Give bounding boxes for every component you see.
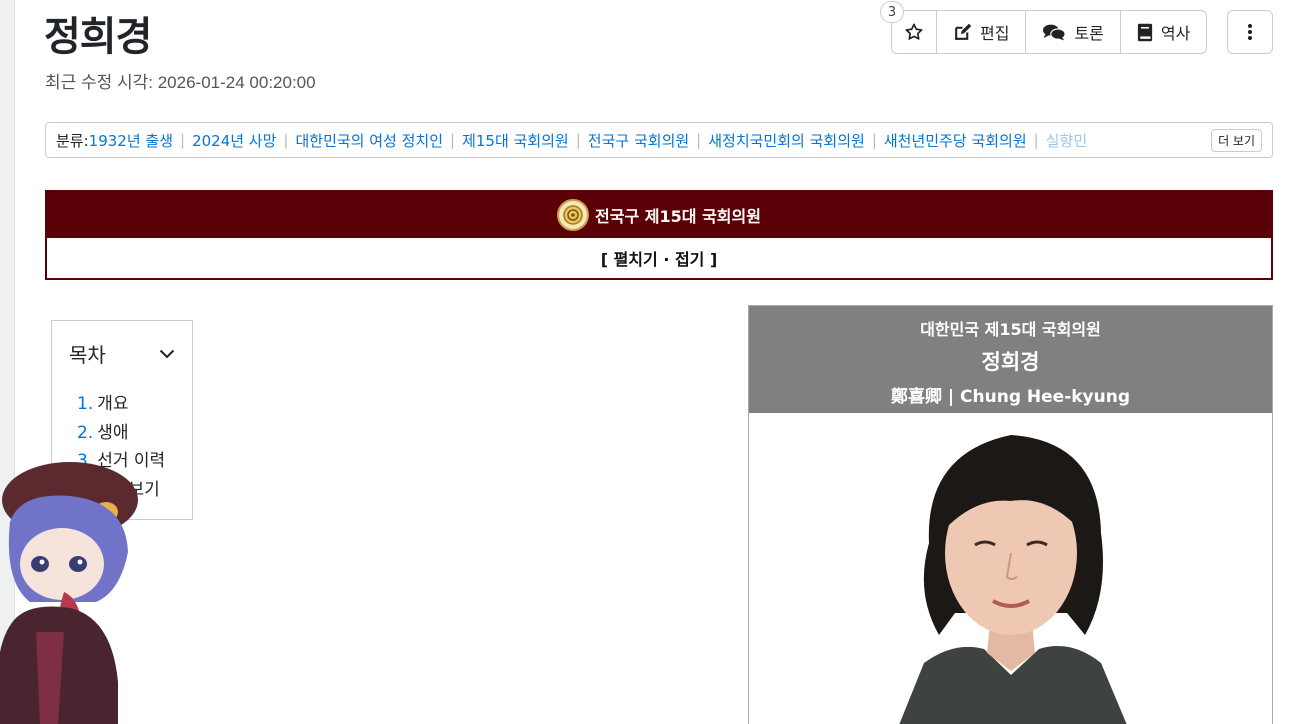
navbox-toggle[interactable]: [ 펼치기 · 접기 ]: [47, 238, 1271, 278]
discuss-label: 토론: [1074, 24, 1104, 43]
last-modified: 최근 수정 시각: 2026-01-24 00:20:00: [45, 73, 316, 92]
category-separator: |: [575, 131, 581, 149]
discuss-button[interactable]: 토론: [1026, 11, 1121, 53]
history-button[interactable]: 역사: [1121, 11, 1206, 53]
category-more-button[interactable]: 더 보기: [1211, 129, 1262, 152]
portrait-photo: [749, 413, 1272, 724]
toc-title: 목차: [69, 343, 106, 367]
infobox-romanized-name: 鄭喜卿 | Chung Hee-kyung: [890, 387, 1131, 407]
category-link[interactable]: 실향민: [1046, 130, 1087, 151]
category-link[interactable]: 2024년 사망: [192, 130, 276, 151]
infobox-name: 정희경: [981, 350, 1040, 374]
star-button[interactable]: 3: [880, 1, 937, 53]
star-icon: [905, 23, 923, 40]
category-separator: |: [180, 131, 186, 149]
category-link[interactable]: 1932년 출생: [89, 130, 173, 151]
toc-item-number[interactable]: 2.: [77, 423, 93, 443]
vertical-ellipsis-icon: [1248, 24, 1252, 40]
edit-icon: [955, 23, 972, 40]
category-link[interactable]: 전국구 국회의원: [588, 130, 689, 151]
toc-item-label: 개요: [97, 394, 129, 414]
navbox-header: 전국구 제15대 국회의원: [47, 192, 1271, 238]
toc-item-label: 생애: [97, 422, 129, 443]
category-separator: |: [696, 131, 702, 149]
infobox-header: 대한민국 제15대 국회의원 정희경 鄭喜卿 | Chung Hee-kyung: [749, 306, 1272, 413]
category-link[interactable]: 새천년민주당 국회의원: [884, 130, 1027, 151]
comments-icon: [1043, 24, 1067, 40]
category-link[interactable]: 대한민국의 여성 정치인: [295, 130, 443, 151]
category-separator: |: [450, 131, 456, 149]
category-link[interactable]: 제15대 국회의원: [462, 130, 569, 151]
category-separator: |: [283, 131, 289, 149]
national-assembly-emblem-icon: [557, 199, 590, 231]
navbox: 전국구 제15대 국회의원 [ 펼치기 · 접기 ]: [45, 190, 1273, 280]
infobox: 대한민국 제15대 국회의원 정희경 鄭喜卿 | Chung Hee-kyung: [748, 305, 1273, 724]
article-actions: 3 편집 토론 역사: [880, 1, 1208, 54]
category-separator: |: [1033, 131, 1039, 149]
mascot-character-image: [0, 452, 150, 724]
star-count-badge: 3: [880, 1, 904, 23]
article-page: 정희경 최근 수정 시각: 2026-01-24 00:20:00 3 편집 토…: [0, 0, 1296, 724]
toc-item: 1. 개요: [69, 390, 175, 419]
edit-button[interactable]: 편집: [937, 11, 1027, 53]
edit-label: 편집: [980, 24, 1010, 43]
category-link[interactable]: 새정치국민회의 국회의원: [708, 130, 865, 151]
navbox-title: 전국구 제15대 국회의원: [595, 207, 761, 226]
category-fade: [1152, 123, 1212, 157]
history-label: 역사: [1160, 24, 1191, 43]
toc-header[interactable]: 목차: [69, 339, 175, 368]
toc-item: 2. 생애: [69, 419, 175, 448]
category-label: 분류:: [56, 131, 89, 150]
category-bar: 분류: 1932년 출생 | 2024년 사망 | 대한민국의 여성 정치인 |…: [45, 122, 1273, 158]
book-icon: [1137, 23, 1153, 41]
infobox-subtitle: 대한민국 제15대 국회의원: [920, 320, 1101, 339]
category-separator: |: [871, 131, 877, 149]
page-title: 정희경: [44, 14, 152, 60]
toc-item-number[interactable]: 1.: [77, 394, 93, 414]
chevron-down-icon[interactable]: [159, 349, 175, 359]
more-options-button[interactable]: [1227, 10, 1273, 54]
